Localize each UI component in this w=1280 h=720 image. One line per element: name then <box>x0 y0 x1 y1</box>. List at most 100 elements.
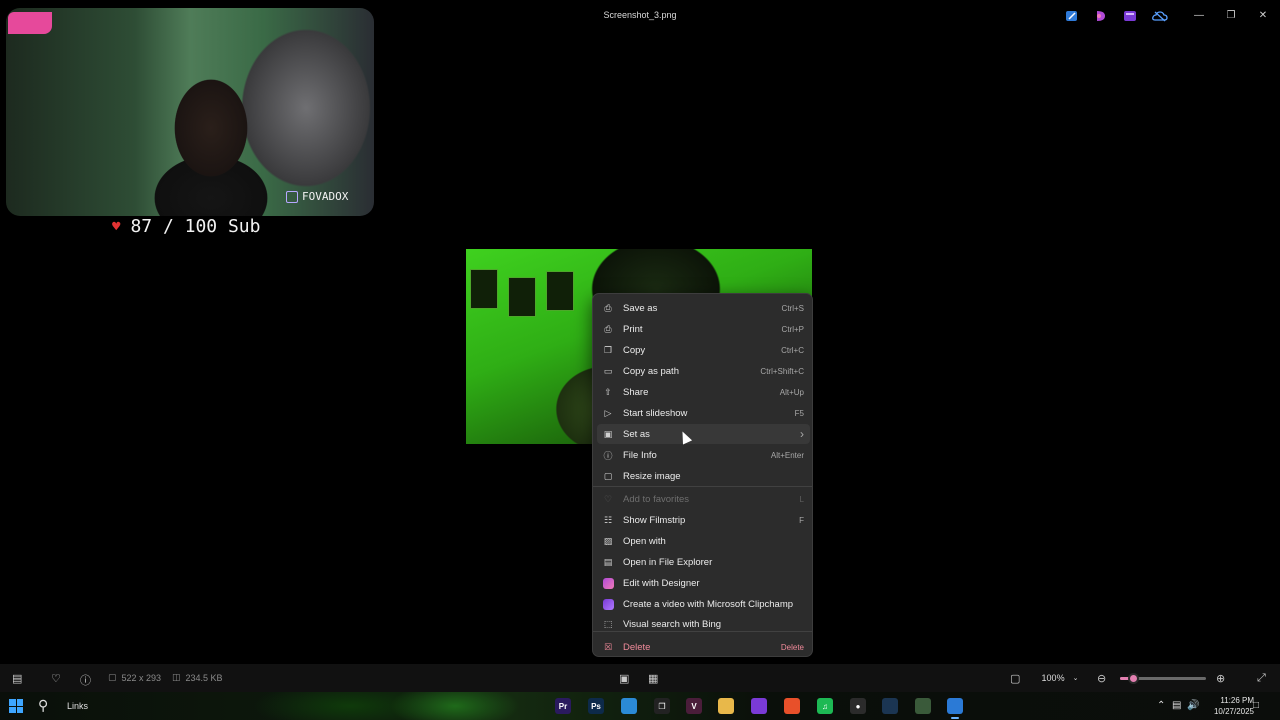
copy-path-icon: ▭ <box>603 365 613 376</box>
clock[interactable]: 11:26 PM 10/27/2025 <box>1194 695 1254 717</box>
photoshop-app[interactable]: Ps <box>588 698 604 714</box>
menu-separator <box>593 486 812 487</box>
menu-item-label: Open with <box>623 535 666 547</box>
menu-item-label: Share <box>623 386 649 398</box>
print-icon: ⎙ <box>604 323 612 334</box>
image-dimensions: ▢ 522 x 293 <box>108 672 161 683</box>
designer-icon <box>602 577 614 589</box>
menu-item-start-slideshow[interactable]: ▷ Start slideshow F5 <box>597 403 810 423</box>
folder-icon: ▤ <box>603 556 613 567</box>
menu-item-label: Add to favorites <box>623 493 690 505</box>
fullscreen-icon[interactable]: ⤢ <box>1257 672 1266 685</box>
zoom-slider-thumb[interactable] <box>1127 673 1139 684</box>
taskbar-search-label[interactable]: Links <box>67 701 88 711</box>
menu-item-copy-as-path[interactable]: ▭ Copy as path Ctrl+Shift+C <box>597 361 810 381</box>
edit-icon[interactable] <box>1065 9 1079 23</box>
visual-search-icon[interactable]: ▦ <box>648 672 658 685</box>
menu-item-print[interactable]: ⎙ Print Ctrl+P <box>597 319 810 339</box>
poster <box>508 277 536 317</box>
menu-item-shortcut: Alt+Up <box>779 387 804 397</box>
menu-item-file-info[interactable]: ⓘ File Info Alt+Enter <box>597 445 810 465</box>
menu-item-label: Copy as path <box>623 365 679 377</box>
vscode-like-app[interactable]: V <box>686 698 702 714</box>
photos-app[interactable] <box>947 698 963 719</box>
menu-item-shortcut: F <box>799 515 804 525</box>
menu-item-label: Print <box>623 323 643 335</box>
webcam-overlay: FOVADOX <box>6 8 374 216</box>
menu-item-create-a-video-with-microsoft-clipchamp[interactable]: Create a video with Microsoft Clipchamp <box>597 594 810 614</box>
file-size: ◫ 234.5 KB <box>172 672 223 683</box>
designer-icon-shape <box>602 577 614 589</box>
zoom-dropdown[interactable]: 100% ⌄ <box>1034 670 1086 686</box>
steam-app[interactable] <box>882 698 898 714</box>
file-explorer-app[interactable] <box>718 698 734 714</box>
capcut-app[interactable]: ❐ <box>654 698 670 714</box>
slideshow-icon: ▷ <box>604 407 612 418</box>
dimensions-icon: ▢ <box>108 672 117 682</box>
favorite-icon[interactable]: ♡ <box>51 672 61 685</box>
app-icon[interactable] <box>621 698 637 714</box>
spotify-app[interactable]: ♫ <box>817 698 833 714</box>
search-icon[interactable]: ⚲ <box>38 697 48 714</box>
menu-item-delete[interactable]: ☒ Delete Delete <box>597 637 810 657</box>
brave-browser-app[interactable] <box>784 698 800 714</box>
onedrive-icon[interactable] <box>1152 9 1168 23</box>
minimize-button[interactable]: — <box>1190 8 1208 24</box>
menu-item-shortcut: Delete <box>780 642 804 652</box>
menu-item-set-as[interactable]: ▣ Set as › <box>597 424 810 444</box>
zoom-slider[interactable] <box>1120 673 1206 684</box>
menu-item-label: Open in File Explorer <box>623 556 713 568</box>
filmstrip-icon[interactable]: ▤ <box>12 672 22 685</box>
menu-item-shortcut: Ctrl+P <box>781 324 804 334</box>
clipchamp-icon[interactable] <box>1123 9 1137 23</box>
file-size-text: 234.5 KB <box>185 672 223 683</box>
menu-item-shortcut: Ctrl+C <box>781 345 804 355</box>
fit-window-icon[interactable]: ▢ <box>1010 672 1020 685</box>
app-icon-2[interactable] <box>915 698 931 714</box>
menu-item-show-filmstrip[interactable]: ☷ Show Filmstrip F <box>597 510 810 530</box>
chevron-down-icon: ⌄ <box>1072 675 1079 682</box>
sub-goal-text: 87 / 100 Sub <box>130 216 261 237</box>
chevron-right-icon: › <box>800 427 804 441</box>
info-icon: ⓘ <box>603 450 613 461</box>
share-icon: ⇧ <box>604 386 612 397</box>
menu-item-label: Save as <box>623 302 658 314</box>
channel-tag: FOVADOX <box>286 190 348 203</box>
menu-item-label: Delete <box>623 641 651 653</box>
clock-time: 11:26 PM <box>1220 696 1254 705</box>
zoom-out-icon[interactable]: ⊖ <box>1097 672 1106 685</box>
trash-icon: ☒ <box>603 641 613 652</box>
premiere-pro-app[interactable]: Pr <box>555 698 571 714</box>
dimensions-text: 522 x 293 <box>121 672 162 683</box>
menu-item-save-as[interactable]: ⎙ Save as Ctrl+S <box>597 298 810 318</box>
info-icon[interactable]: ⓘ <box>80 672 91 688</box>
start-button[interactable] <box>9 699 23 713</box>
zoom-in-icon[interactable]: ⊕ <box>1216 672 1225 685</box>
file-size-icon: ◫ <box>172 672 181 682</box>
menu-item-share[interactable]: ⇧ Share Alt+Up <box>597 382 810 402</box>
zoom-value: 100% <box>1041 673 1065 683</box>
poster <box>470 269 498 309</box>
menu-item-label: Visual search with Bing <box>623 618 722 630</box>
menu-item-copy[interactable]: ❐ Copy Ctrl+C <box>597 340 810 360</box>
clock-date: 10/27/2025 <box>1213 707 1254 716</box>
menu-item-open-with[interactable]: ▨ Open with <box>597 531 810 551</box>
menu-item-open-in-file-explorer[interactable]: ▤ Open in File Explorer <box>597 552 810 572</box>
menu-item-add-to-favorites: ♡ Add to favorites L <box>597 489 810 509</box>
network-icon[interactable]: ▤ <box>1172 700 1181 711</box>
menu-separator <box>593 631 812 632</box>
crop-icon[interactable]: ▣ <box>619 672 629 685</box>
webcam-badge <box>8 12 52 34</box>
notifications-icon[interactable]: □ <box>1253 700 1259 711</box>
obs-app[interactable]: ● <box>850 698 866 714</box>
designer-icon[interactable] <box>1094 9 1108 23</box>
channel-name: FOVADOX <box>302 190 349 203</box>
chevron-up-icon[interactable]: ⌃ <box>1157 700 1165 711</box>
menu-item-edit-with-designer[interactable]: Edit with Designer <box>597 573 810 593</box>
sub-goal: ♥ 87 / 100 Sub <box>112 216 260 237</box>
set-as-icon: ▣ <box>603 428 613 439</box>
purple-app[interactable] <box>751 698 767 714</box>
restore-button[interactable]: ❐ <box>1222 8 1240 24</box>
close-button[interactable]: ✕ <box>1254 8 1272 24</box>
menu-item-resize-image[interactable]: ▢ Resize image <box>597 466 810 486</box>
